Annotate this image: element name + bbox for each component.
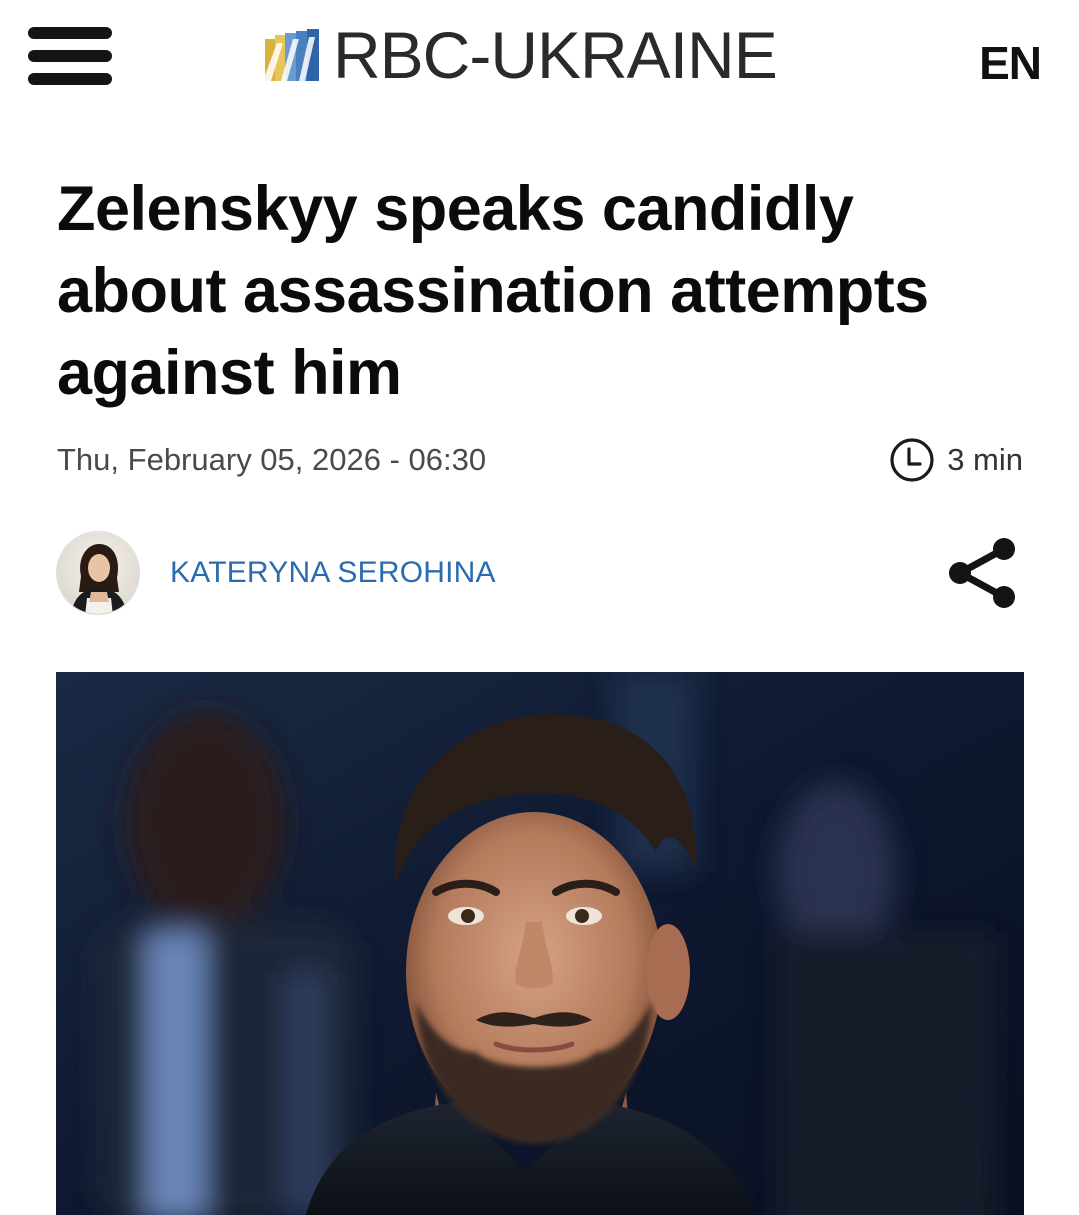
- avatar-image: [57, 532, 139, 614]
- publish-date: Thu, February 05, 2026 - 06:30: [57, 442, 487, 477]
- hamburger-menu-icon[interactable]: [28, 27, 112, 85]
- clock-icon: [890, 438, 934, 482]
- share-icon[interactable]: [944, 535, 1020, 611]
- author-avatar[interactable]: [56, 531, 140, 615]
- author-row: KATERYNA SEROHINA: [56, 531, 1022, 615]
- site-header: RBC-UKRAINE EN: [0, 0, 1079, 112]
- menu-bar-top: [28, 27, 112, 39]
- menu-bar-middle: [28, 50, 112, 62]
- article-meta: Thu, February 05, 2026 - 06:30 3 min: [57, 438, 1023, 482]
- logo-text: RBC-UKRAINE: [333, 18, 778, 92]
- site-logo[interactable]: RBC-UKRAINE: [263, 18, 778, 92]
- logo-mark-icon: [263, 29, 319, 81]
- article-page: RBC-UKRAINE EN Zelenskyy speaks candidly…: [0, 0, 1079, 1215]
- hero-photo: [56, 672, 1024, 1215]
- menu-bar-bottom: [28, 73, 112, 85]
- article-headline: Zelenskyy speaks candidly about assassin…: [57, 174, 929, 408]
- read-time: 3 min: [889, 438, 1023, 482]
- read-time-label: 3 min: [947, 442, 1023, 477]
- language-switcher[interactable]: EN: [979, 36, 1042, 90]
- author-name-link[interactable]: KATERYNA SEROHINA: [170, 553, 496, 593]
- article-hero-image: [56, 672, 1024, 1215]
